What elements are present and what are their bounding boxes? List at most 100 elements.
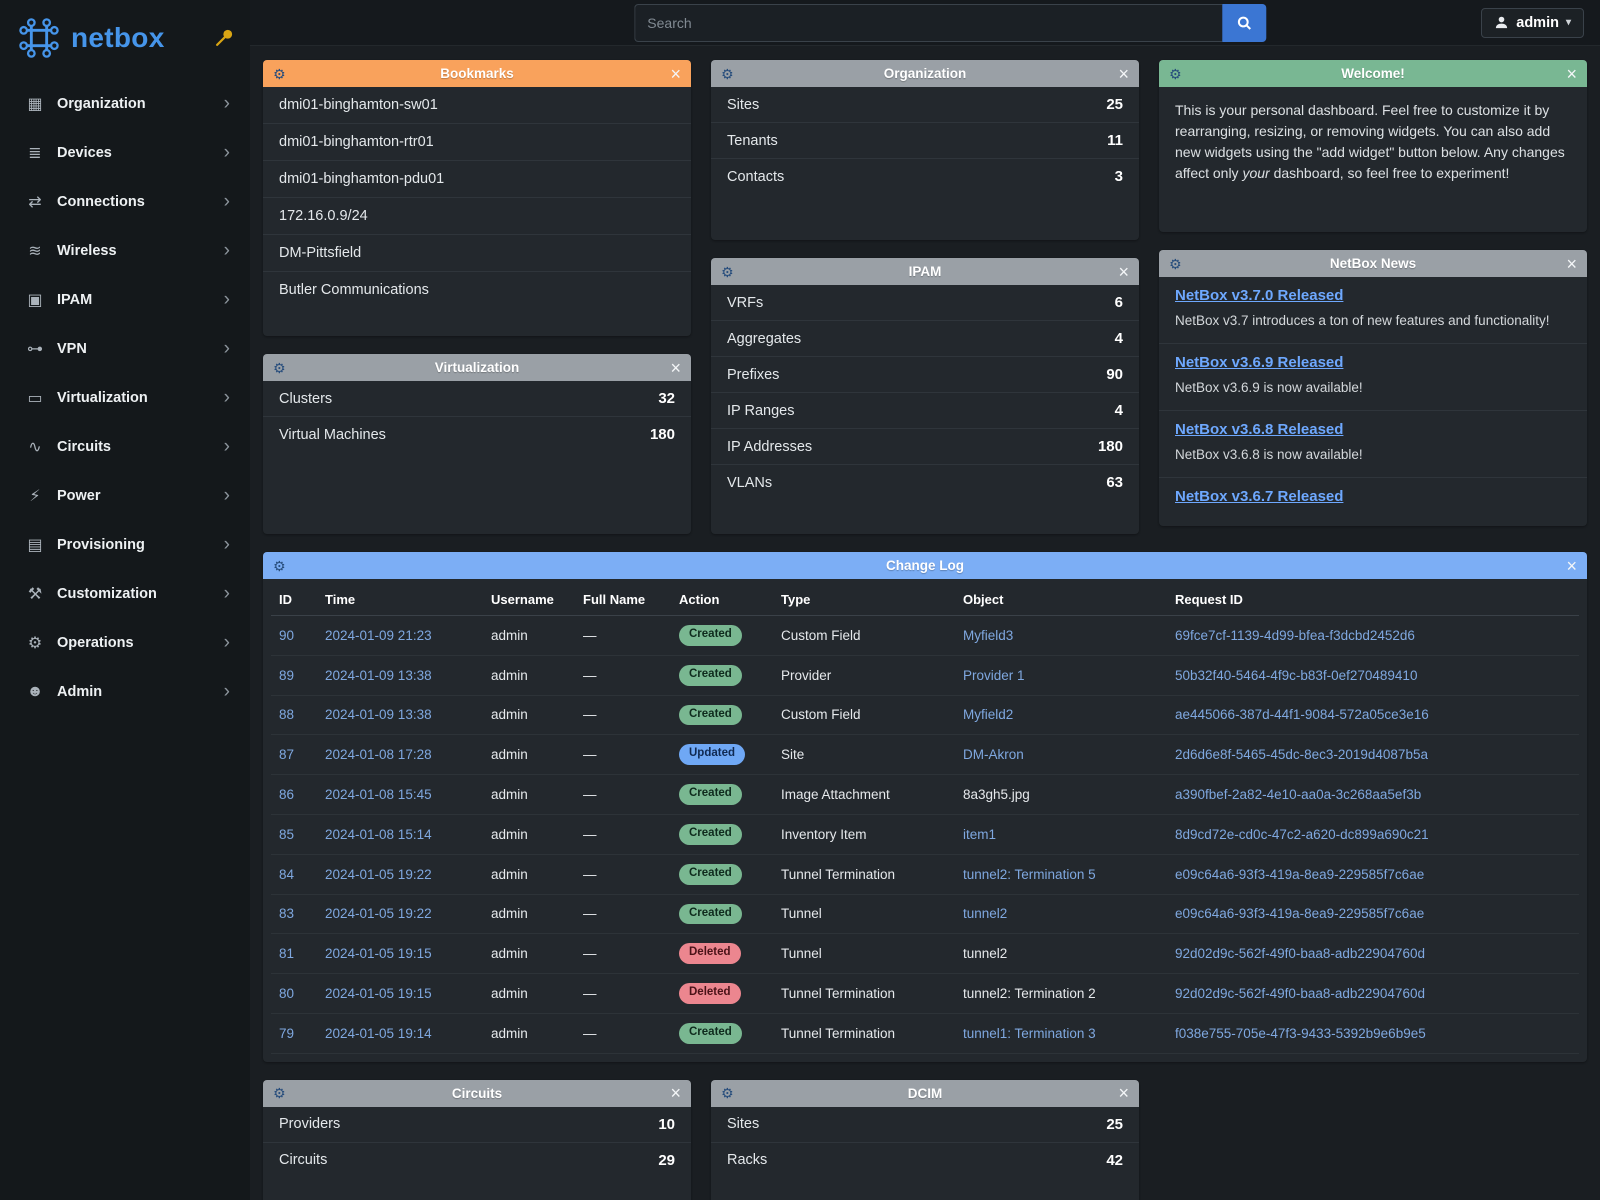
- sidebar-item-connections[interactable]: ⇄ Connections ›: [0, 177, 250, 226]
- stat-value[interactable]: 4: [1115, 330, 1123, 347]
- close-icon[interactable]: ×: [1566, 255, 1577, 273]
- gear-icon[interactable]: ⚙: [273, 1086, 286, 1100]
- sidebar-item-wireless[interactable]: ≋ Wireless ›: [0, 226, 250, 275]
- close-icon[interactable]: ×: [1566, 65, 1577, 83]
- changelog-request-id-link[interactable]: ae445066-387d-44f1-9084-572a05ce3e16: [1175, 707, 1429, 722]
- gear-icon[interactable]: ⚙: [721, 1086, 734, 1100]
- bookmark-item[interactable]: Butler Communications: [263, 272, 691, 308]
- changelog-object-link[interactable]: 8a3gh5.jpg: [963, 787, 1030, 802]
- bookmark-item[interactable]: 172.16.0.9/24: [263, 198, 691, 235]
- changelog-request-id-link[interactable]: 92d02d9c-562f-49f0-baa8-adb22904760d: [1175, 946, 1425, 961]
- sidebar-item-provisioning[interactable]: ▤ Provisioning ›: [0, 520, 250, 569]
- changelog-time-link[interactable]: 2024-01-09 21:23: [325, 628, 432, 643]
- stat-value[interactable]: 6: [1115, 294, 1123, 311]
- stat-value[interactable]: 11: [1107, 132, 1123, 149]
- news-link[interactable]: NetBox v3.6.9 Released: [1175, 354, 1343, 371]
- changelog-object-link[interactable]: Myfield3: [963, 628, 1013, 643]
- changelog-request-id-link[interactable]: e09c64a6-93f3-419a-8ea9-229585f7c6ae: [1175, 867, 1424, 882]
- stat-value[interactable]: 90: [1106, 366, 1123, 383]
- changelog-request-id-link[interactable]: a390fbef-2a82-4e10-aa0a-3c268aa5ef3b: [1175, 787, 1421, 802]
- changelog-id-link[interactable]: 81: [279, 946, 294, 961]
- sidebar-item-organization[interactable]: ▦ Organization ›: [0, 79, 250, 128]
- stat-value[interactable]: 25: [1106, 1116, 1123, 1133]
- close-icon[interactable]: ×: [1566, 557, 1577, 575]
- stat-value[interactable]: 42: [1106, 1152, 1123, 1169]
- changelog-id-link[interactable]: 90: [279, 628, 294, 643]
- news-link[interactable]: NetBox v3.7.0 Released: [1175, 287, 1343, 304]
- changelog-id-link[interactable]: 84: [279, 867, 294, 882]
- news-link[interactable]: NetBox v3.6.8 Released: [1175, 421, 1343, 438]
- changelog-object-link[interactable]: DM-Akron: [963, 747, 1024, 762]
- netbox-logo-icon[interactable]: [16, 15, 62, 61]
- bookmark-item[interactable]: dmi01-binghamton-pdu01: [263, 161, 691, 198]
- sidebar-item-admin[interactable]: ☻ Admin ›: [0, 667, 250, 716]
- changelog-object-link[interactable]: tunnel2: [963, 906, 1007, 921]
- stat-value[interactable]: 29: [658, 1152, 675, 1169]
- gear-icon[interactable]: ⚙: [1169, 257, 1182, 271]
- changelog-object-link[interactable]: tunnel2: Termination 2: [963, 986, 1096, 1001]
- changelog-request-id-link[interactable]: 50b32f40-5464-4f9c-b83f-0ef270489410: [1175, 668, 1417, 683]
- sidebar-item-circuits[interactable]: ∿ Circuits ›: [0, 422, 250, 471]
- gear-icon[interactable]: ⚙: [721, 265, 734, 279]
- changelog-request-id-link[interactable]: e09c64a6-93f3-419a-8ea9-229585f7c6ae: [1175, 906, 1424, 921]
- changelog-id-link[interactable]: 87: [279, 747, 294, 762]
- changelog-id-link[interactable]: 83: [279, 906, 294, 921]
- gear-icon[interactable]: ⚙: [1169, 67, 1182, 81]
- changelog-id-link[interactable]: 86: [279, 787, 294, 802]
- changelog-request-id-link[interactable]: f038e755-705e-47f3-9433-5392b9e6b9e5: [1175, 1026, 1426, 1041]
- stat-value[interactable]: 180: [1098, 438, 1123, 455]
- user-menu-button[interactable]: admin ▾: [1481, 8, 1584, 38]
- sidebar-item-ipam[interactable]: ▣ IPAM ›: [0, 275, 250, 324]
- changelog-time-link[interactable]: 2024-01-05 19:22: [325, 867, 432, 882]
- changelog-time-link[interactable]: 2024-01-08 15:45: [325, 787, 432, 802]
- close-icon[interactable]: ×: [670, 65, 681, 83]
- close-icon[interactable]: ×: [1118, 1084, 1129, 1102]
- changelog-id-link[interactable]: 89: [279, 668, 294, 683]
- sidebar-item-devices[interactable]: ≣ Devices ›: [0, 128, 250, 177]
- stat-value[interactable]: 3: [1115, 168, 1123, 185]
- changelog-time-link[interactable]: 2024-01-05 19:15: [325, 946, 432, 961]
- bookmark-item[interactable]: dmi01-binghamton-sw01: [263, 87, 691, 124]
- sidebar-item-virtualization[interactable]: ▭ Virtualization ›: [0, 373, 250, 422]
- pin-icon[interactable]: [214, 28, 234, 48]
- changelog-object-link[interactable]: tunnel2: Termination 5: [963, 867, 1096, 882]
- news-link[interactable]: NetBox v3.6.7 Released: [1175, 488, 1343, 505]
- changelog-time-link[interactable]: 2024-01-09 13:38: [325, 707, 432, 722]
- changelog-id-link[interactable]: 79: [279, 1026, 294, 1041]
- stat-value[interactable]: 25: [1106, 96, 1123, 113]
- changelog-request-id-link[interactable]: 69fce7cf-1139-4d99-bfea-f3dcbd2452d6: [1175, 628, 1415, 643]
- sidebar-item-vpn[interactable]: ⊶ VPN ›: [0, 324, 250, 373]
- close-icon[interactable]: ×: [1118, 263, 1129, 281]
- changelog-time-link[interactable]: 2024-01-09 13:38: [325, 668, 432, 683]
- changelog-request-id-link[interactable]: 8d9cd72e-cd0c-47c2-a620-dc899a690c21: [1175, 827, 1429, 842]
- gear-icon[interactable]: ⚙: [721, 67, 734, 81]
- changelog-time-link[interactable]: 2024-01-05 19:14: [325, 1026, 432, 1041]
- bookmark-item[interactable]: dmi01-binghamton-rtr01: [263, 124, 691, 161]
- close-icon[interactable]: ×: [1118, 65, 1129, 83]
- changelog-object-link[interactable]: tunnel1: Termination 3: [963, 1026, 1096, 1041]
- changelog-time-link[interactable]: 2024-01-08 17:28: [325, 747, 432, 762]
- changelog-id-link[interactable]: 88: [279, 707, 294, 722]
- gear-icon[interactable]: ⚙: [273, 559, 286, 573]
- close-icon[interactable]: ×: [670, 359, 681, 377]
- changelog-time-link[interactable]: 2024-01-05 19:15: [325, 986, 432, 1001]
- sidebar-item-operations[interactable]: ⚙ Operations ›: [0, 618, 250, 667]
- changelog-object-link[interactable]: Provider 1: [963, 668, 1025, 683]
- changelog-request-id-link[interactable]: 2d6d6e8f-5465-45dc-8ec3-2019d4087b5a: [1175, 747, 1428, 762]
- changelog-request-id-link[interactable]: 92d02d9c-562f-49f0-baa8-adb22904760d: [1175, 986, 1425, 1001]
- changelog-object-link[interactable]: Myfield2: [963, 707, 1013, 722]
- close-icon[interactable]: ×: [670, 1084, 681, 1102]
- stat-value[interactable]: 32: [658, 390, 675, 407]
- brand-name[interactable]: netbox: [71, 22, 165, 54]
- gear-icon[interactable]: ⚙: [273, 361, 286, 375]
- stat-value[interactable]: 63: [1106, 474, 1123, 491]
- changelog-time-link[interactable]: 2024-01-05 19:22: [325, 906, 432, 921]
- sidebar-item-customization[interactable]: ⚒ Customization ›: [0, 569, 250, 618]
- gear-icon[interactable]: ⚙: [273, 67, 286, 81]
- changelog-id-link[interactable]: 85: [279, 827, 294, 842]
- stat-value[interactable]: 10: [658, 1116, 675, 1133]
- changelog-time-link[interactable]: 2024-01-08 15:14: [325, 827, 432, 842]
- bookmark-item[interactable]: DM-Pittsfield: [263, 235, 691, 272]
- changelog-id-link[interactable]: 80: [279, 986, 294, 1001]
- search-input[interactable]: [634, 4, 1222, 42]
